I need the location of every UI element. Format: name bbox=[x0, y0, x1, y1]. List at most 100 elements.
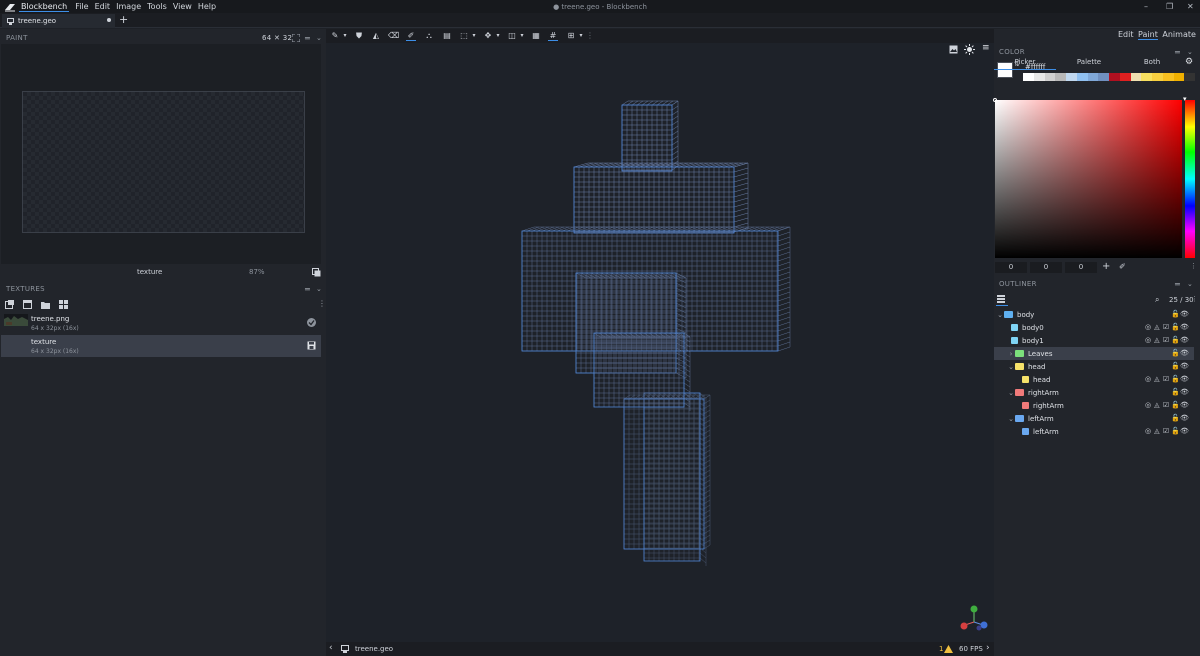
lock-icon[interactable]: 🔓 bbox=[1171, 414, 1180, 422]
outliner-view-toggle[interactable] bbox=[996, 294, 1008, 306]
palette-swatch[interactable] bbox=[1033, 73, 1045, 81]
move-dropdown-icon[interactable]: ▾ bbox=[493, 31, 503, 41]
palette-swatch[interactable] bbox=[1109, 73, 1120, 81]
palette-swatch[interactable] bbox=[1141, 73, 1152, 81]
minimize-button[interactable]: – bbox=[1144, 2, 1148, 11]
texture-item[interactable]: treene.png 64 x 32px (16x) bbox=[1, 312, 321, 334]
outliner-group-row[interactable]: ⌄ body 🔓 👁 bbox=[994, 308, 1194, 321]
eye-icon[interactable]: 👁 bbox=[1180, 349, 1189, 357]
palette-strip[interactable] bbox=[1023, 73, 1195, 81]
warning-icon[interactable] bbox=[944, 645, 953, 653]
visibility-check-icon[interactable]: ☑ bbox=[1162, 336, 1170, 344]
settings-gear-icon[interactable]: ⚙ bbox=[1185, 57, 1193, 67]
app-name[interactable]: Blockbench bbox=[19, 2, 70, 12]
lock-icon[interactable]: 🔓 bbox=[1171, 388, 1180, 396]
shade-icon[interactable]: ◬ bbox=[1153, 401, 1161, 409]
outliner-cube-row[interactable]: body0 ◎ ◬ ☑ 🔓 👁 bbox=[994, 321, 1194, 334]
lock-icon[interactable]: 🔓 bbox=[1171, 375, 1180, 383]
eye-icon[interactable]: 👁 bbox=[1180, 310, 1189, 318]
lock-icon[interactable]: 🔓 bbox=[1171, 401, 1180, 409]
texture-resolution[interactable]: 64 ✕ 32 bbox=[262, 34, 292, 42]
save-icon[interactable] bbox=[307, 341, 316, 350]
import-texture-icon[interactable] bbox=[5, 300, 14, 309]
palette-swatch[interactable] bbox=[1087, 73, 1099, 81]
chevron-right-icon[interactable]: › bbox=[986, 643, 990, 653]
copy-icon[interactable] bbox=[312, 268, 321, 277]
outliner-cube-row[interactable]: body1 ◎ ◬ ☑ 🔓 👁 bbox=[994, 334, 1194, 347]
hue-handle-icon[interactable]: ▾ bbox=[1183, 95, 1187, 103]
brush-icon[interactable]: ✎ bbox=[330, 31, 340, 41]
warning-count[interactable]: 1 bbox=[939, 645, 943, 653]
outliner-cube-row[interactable]: rightArm ◎ ◬ ☑ 🔓 👁 bbox=[994, 399, 1194, 412]
new-tab-button[interactable]: + bbox=[119, 13, 128, 26]
palette-swatch[interactable] bbox=[1076, 73, 1088, 81]
tab-both[interactable]: Both bbox=[1121, 58, 1183, 70]
menu-help[interactable]: Help bbox=[198, 2, 216, 11]
eye-icon[interactable]: 👁 bbox=[1180, 375, 1189, 383]
palette-swatch[interactable] bbox=[1119, 73, 1131, 81]
outliner-group-row[interactable]: ⌄ rightArm 🔓 👁 bbox=[994, 386, 1194, 399]
close-window-button[interactable]: ✕ bbox=[1187, 2, 1194, 11]
lock-icon[interactable]: 🔓 bbox=[1171, 362, 1180, 370]
eyedropper-icon[interactable]: ✐ bbox=[1119, 262, 1126, 271]
eye-icon[interactable]: 👁 bbox=[1180, 401, 1189, 409]
palette-swatch[interactable] bbox=[1044, 73, 1056, 81]
menu-file[interactable]: File bbox=[75, 2, 88, 11]
menu-image[interactable]: Image bbox=[116, 2, 141, 11]
outliner-group-row[interactable]: › Leaves 🔓 👁 bbox=[994, 347, 1194, 360]
hue-slider[interactable] bbox=[1185, 100, 1195, 258]
palette-swatch[interactable] bbox=[1055, 73, 1066, 81]
fill-bucket-icon[interactable]: ⛊ bbox=[354, 31, 364, 41]
color-saturation-field[interactable] bbox=[995, 100, 1182, 258]
lock-icon[interactable]: 🔓 bbox=[1171, 427, 1180, 435]
tab-treene-geo[interactable]: treene.geo bbox=[2, 14, 115, 28]
unsaved-indicator-icon[interactable] bbox=[107, 18, 111, 22]
eye-icon[interactable]: 👁 bbox=[1180, 427, 1189, 435]
tab-picker[interactable]: Picker bbox=[994, 58, 1056, 70]
chevron-down-icon[interactable]: ⌄ bbox=[1187, 48, 1193, 56]
export-icon[interactable]: ◎ bbox=[1144, 375, 1152, 383]
eye-icon[interactable]: 👁 bbox=[1180, 414, 1189, 422]
saved-check-icon[interactable] bbox=[307, 318, 316, 327]
export-icon[interactable]: ◎ bbox=[1144, 401, 1152, 409]
visibility-check-icon[interactable]: ☑ bbox=[1162, 375, 1170, 383]
selection-dropdown-icon[interactable]: ▾ bbox=[469, 31, 479, 41]
mode-edit[interactable]: Edit bbox=[1118, 30, 1134, 39]
eye-icon[interactable]: 👁 bbox=[1180, 336, 1189, 344]
screenshot-icon[interactable] bbox=[949, 45, 958, 54]
palette-swatch[interactable] bbox=[1173, 73, 1185, 81]
color-picker-icon[interactable]: ✐ bbox=[406, 31, 416, 41]
brush-dropdown-icon[interactable]: ▾ bbox=[340, 31, 350, 41]
outliner-cube-row[interactable]: leftArm ◎ ◬ ☑ 🔓 👁 bbox=[994, 425, 1194, 438]
checkerboard-icon[interactable]: ▦ bbox=[531, 31, 541, 41]
maximize-button[interactable]: ❐ bbox=[1166, 2, 1173, 11]
texture-canvas[interactable] bbox=[22, 91, 305, 233]
chevron-down-icon[interactable]: ⌄ bbox=[316, 285, 322, 293]
open-folder-icon[interactable] bbox=[41, 300, 50, 309]
image-tool-icon[interactable]: ▤ bbox=[442, 31, 452, 41]
axis-gizmo-icon[interactable] bbox=[958, 605, 992, 633]
outliner-group-row[interactable]: ⌄ leftArm 🔓 👁 bbox=[994, 412, 1194, 425]
chevron-right-icon[interactable]: › bbox=[1007, 350, 1015, 358]
lock-icon[interactable]: 🔓 bbox=[1171, 336, 1180, 344]
add-color-icon[interactable]: + bbox=[1102, 261, 1110, 272]
eye-icon[interactable]: 👁 bbox=[1180, 362, 1189, 370]
red-input[interactable]: 0 bbox=[995, 262, 1027, 273]
outliner-cube-row[interactable]: head ◎ ◬ ☑ 🔓 👁 bbox=[994, 373, 1194, 386]
eye-icon[interactable]: 👁 bbox=[1180, 388, 1189, 396]
more-options-icon[interactable]: ⋮ bbox=[318, 299, 326, 308]
blue-input[interactable]: 0 bbox=[1065, 262, 1097, 273]
panel-menu-icon[interactable]: ═ bbox=[1175, 48, 1180, 57]
grid-icon[interactable]: # bbox=[548, 31, 558, 41]
shade-icon[interactable]: ◬ bbox=[1153, 427, 1161, 435]
shade-icon[interactable]: ◬ bbox=[1153, 375, 1161, 383]
color-cursor[interactable] bbox=[993, 98, 997, 102]
mode-paint[interactable]: Paint bbox=[1138, 30, 1158, 40]
chevron-down-icon[interactable]: ⌄ bbox=[1007, 389, 1015, 397]
fullscreen-icon[interactable] bbox=[292, 34, 300, 42]
panel-menu-icon[interactable]: ═ bbox=[305, 34, 310, 43]
palette-swatch[interactable] bbox=[1066, 73, 1077, 81]
palette-swatch[interactable] bbox=[1023, 73, 1034, 81]
chevron-down-icon[interactable]: ⌄ bbox=[316, 34, 322, 42]
more-options-icon[interactable]: ⋮ bbox=[1191, 295, 1198, 303]
